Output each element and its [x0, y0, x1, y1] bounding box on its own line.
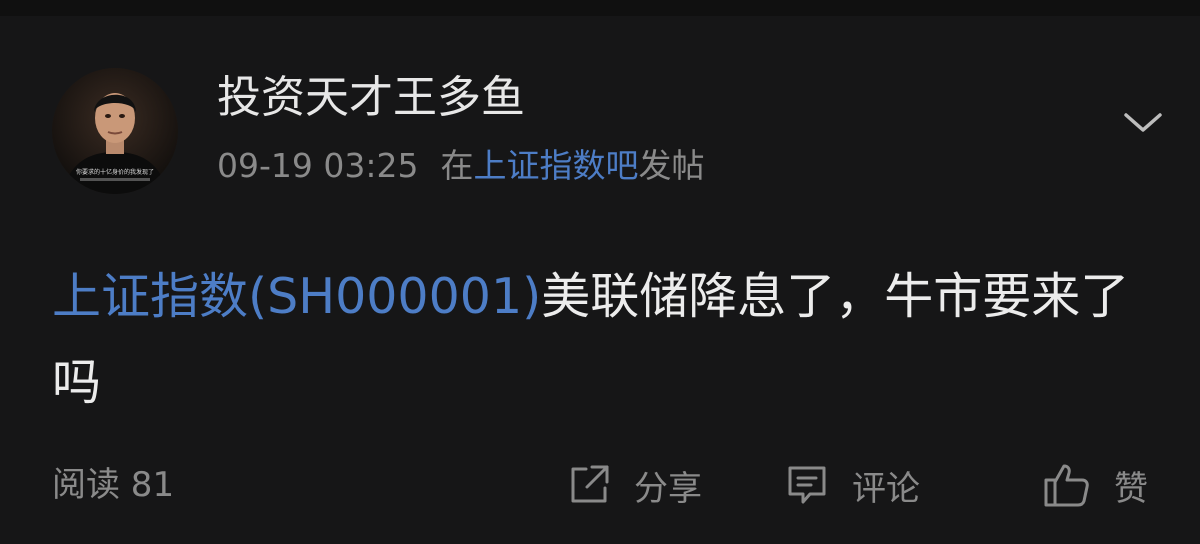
post-content: 上证指数(SH000001)美联储降息了，牛市要来了吗	[52, 254, 1152, 426]
top-bar	[0, 0, 1200, 16]
chevron-down-icon[interactable]	[1120, 106, 1166, 136]
comment-icon	[788, 466, 826, 504]
post-location-prefix: 在	[440, 146, 474, 185]
share-icon	[571, 465, 609, 503]
thumbs-up-icon	[1044, 464, 1089, 507]
comment-label: 评论	[852, 468, 920, 509]
read-count: 阅读 81	[52, 465, 175, 505]
like-button[interactable]: 赞	[1042, 460, 1148, 510]
share-label: 分享	[634, 468, 702, 509]
post-meta: 09-19 03:25 在上证指数吧发帖	[217, 144, 704, 188]
post-location-suffix: 发帖	[638, 146, 705, 185]
like-label: 赞	[1114, 468, 1148, 509]
user-avatar-photo: 你要求的十亿身价的我发现了	[52, 68, 178, 194]
post-datetime: 09-19 03:25	[217, 146, 419, 185]
avatar-caption: 你要求的十亿身价的我发现了	[76, 168, 154, 176]
stock-link[interactable]: 上证指数(SH000001)	[52, 268, 541, 325]
post-card[interactable]: 你要求的十亿身价的我发现了 投资天才王多鱼 09-19 03:25 在上证指数吧发…	[0, 16, 1200, 544]
comment-button[interactable]: 评论	[784, 460, 920, 510]
share-button[interactable]: 分享	[566, 460, 702, 510]
forum-link[interactable]: 上证指数吧	[473, 146, 638, 185]
author-name[interactable]: 投资天才王多鱼	[217, 68, 525, 128]
avatar[interactable]: 你要求的十亿身价的我发现了	[52, 68, 178, 194]
